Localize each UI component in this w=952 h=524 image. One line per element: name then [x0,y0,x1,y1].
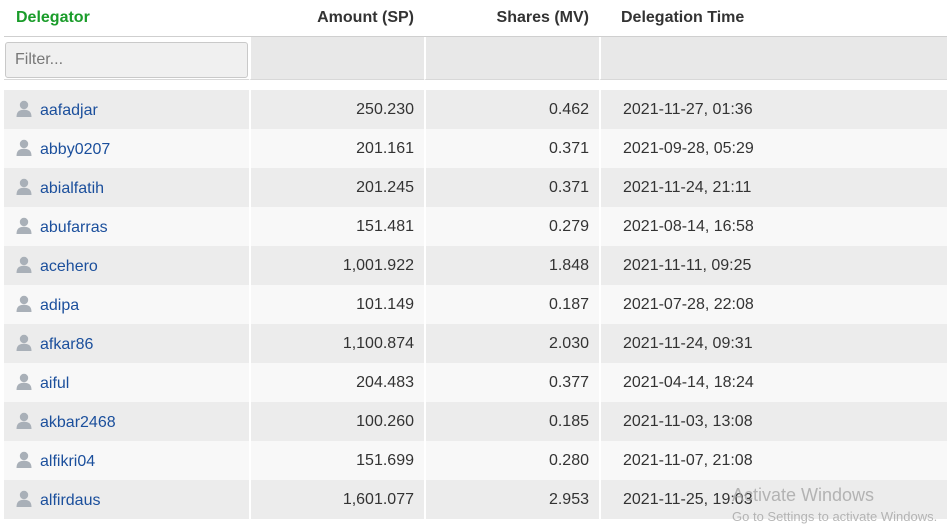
table-row: aafadjar 250.230 0.462 2021-11-27, 01:36 [4,90,947,129]
amount-cell: 250.230 [249,90,424,129]
shares-cell: 0.371 [424,168,599,207]
delegator-cell: aafadjar [4,90,249,129]
user-icon [16,139,32,156]
table-row: acehero 1,001.922 1.848 2021-11-11, 09:2… [4,246,947,285]
table-row: abby0207 201.161 0.371 2021-09-28, 05:29 [4,129,947,168]
user-icon [16,100,32,117]
shares-cell: 0.280 [424,441,599,480]
delegator-link[interactable]: aiful [40,375,69,392]
delegator-link[interactable]: acehero [40,258,98,275]
user-icon [16,334,32,351]
delegator-link[interactable]: abufarras [40,219,108,236]
delegator-cell: alfirdaus [4,480,249,519]
amount-cell: 201.161 [249,129,424,168]
user-icon [16,178,32,195]
shares-cell: 0.185 [424,402,599,441]
shares-cell: 2.953 [424,480,599,519]
shares-cell: 1.848 [424,246,599,285]
delegator-link[interactable]: aafadjar [40,102,98,119]
user-icon [16,217,32,234]
header-row: Delegator Amount (SP) Shares (MV) Delega… [4,0,947,37]
table-row: abialfatih 201.245 0.371 2021-11-24, 21:… [4,168,947,207]
delegator-cell: afkar86 [4,324,249,363]
shares-cell: 0.377 [424,363,599,402]
table-row: alfikri04 151.699 0.280 2021-11-07, 21:0… [4,441,947,480]
delegation-time-cell: 2021-11-27, 01:36 [599,90,947,129]
user-icon [16,373,32,390]
delegation-time-cell: 2021-11-24, 09:31 [599,324,947,363]
delegator-link[interactable]: alfirdaus [40,492,100,509]
shares-cell: 0.371 [424,129,599,168]
shares-cell: 2.030 [424,324,599,363]
table-row: aiful 204.483 0.377 2021-04-14, 18:24 [4,363,947,402]
delegation-time-cell: 2021-11-03, 13:08 [599,402,947,441]
delegator-cell: alfikri04 [4,441,249,480]
filter-input[interactable] [5,41,248,78]
shares-cell: 0.279 [424,207,599,246]
amount-cell: 1,001.922 [249,246,424,285]
amount-cell: 1,601.077 [249,480,424,519]
delegation-time-cell: 2021-08-14, 16:58 [599,207,947,246]
amount-cell: 151.481 [249,207,424,246]
delegation-time-cell: 2021-09-28, 05:29 [599,129,947,168]
amount-cell: 204.483 [249,363,424,402]
filter-cell-blank [424,37,599,80]
delegator-link[interactable]: adipa [40,297,79,314]
delegation-time-cell: 2021-11-11, 09:25 [599,246,947,285]
user-icon [16,490,32,507]
delegator-link[interactable]: akbar2468 [40,414,116,431]
delegator-cell: aiful [4,363,249,402]
amount-cell: 201.245 [249,168,424,207]
delegation-time-cell: 2021-11-07, 21:08 [599,441,947,480]
amount-cell: 101.149 [249,285,424,324]
shares-cell: 0.462 [424,90,599,129]
amount-cell: 1,100.874 [249,324,424,363]
delegation-time-cell: 2021-04-14, 18:24 [599,363,947,402]
delegator-link[interactable]: alfikri04 [40,453,95,470]
filter-row [4,37,947,80]
spacer-row [4,80,947,90]
amount-cell: 100.260 [249,402,424,441]
table-row: adipa 101.149 0.187 2021-07-28, 22:08 [4,285,947,324]
delegation-time-cell: 2021-11-24, 21:11 [599,168,947,207]
amount-cell: 151.699 [249,441,424,480]
user-icon [16,295,32,312]
delegator-cell: abufarras [4,207,249,246]
delegator-cell: adipa [4,285,249,324]
column-header-delegator[interactable]: Delegator [4,0,249,37]
column-header-amount[interactable]: Amount (SP) [249,0,424,37]
delegation-time-cell: 2021-07-28, 22:08 [599,285,947,324]
delegation-time-cell: 2021-11-25, 19:03 [599,480,947,519]
column-header-delegation-time[interactable]: Delegation Time [599,0,947,37]
table-body: aafadjar 250.230 0.462 2021-11-27, 01:36… [4,90,947,519]
user-icon [16,412,32,429]
table-row: alfirdaus 1,601.077 2.953 2021-11-25, 19… [4,480,947,519]
delegator-cell: akbar2468 [4,402,249,441]
delegator-cell: abby0207 [4,129,249,168]
user-icon [16,451,32,468]
shares-cell: 0.187 [424,285,599,324]
user-icon [16,256,32,273]
filter-cell-blank [599,37,947,80]
delegator-link[interactable]: abialfatih [40,180,104,197]
delegator-link[interactable]: afkar86 [40,336,93,353]
filter-cell [4,37,249,80]
delegators-table: Delegator Amount (SP) Shares (MV) Delega… [4,0,947,519]
table-row: akbar2468 100.260 0.185 2021-11-03, 13:0… [4,402,947,441]
table-row: abufarras 151.481 0.279 2021-08-14, 16:5… [4,207,947,246]
delegator-cell: abialfatih [4,168,249,207]
delegator-cell: acehero [4,246,249,285]
delegator-link[interactable]: abby0207 [40,141,110,158]
table-row: afkar86 1,100.874 2.030 2021-11-24, 09:3… [4,324,947,363]
column-header-shares[interactable]: Shares (MV) [424,0,599,37]
filter-cell-blank [249,37,424,80]
